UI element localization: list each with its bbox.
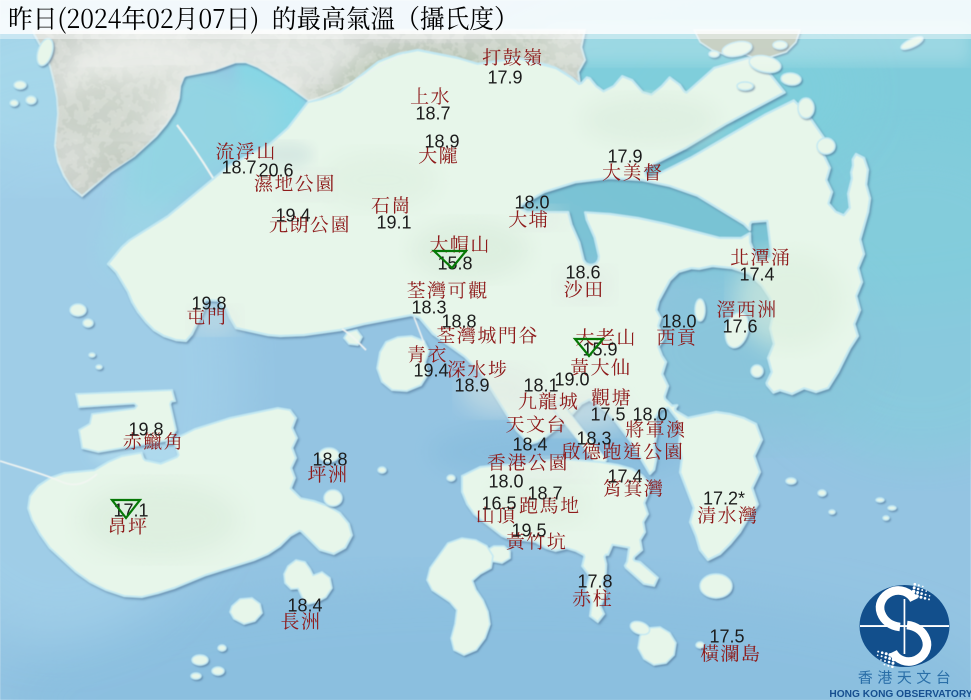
svg-text:18.8: 18.8 (441, 311, 476, 331)
svg-text:HONG KONG OBSERVATORY: HONG KONG OBSERVATORY (829, 689, 971, 700)
svg-text:18.4: 18.4 (287, 595, 322, 615)
svg-text:19.4: 19.4 (413, 360, 448, 380)
svg-text:18.6: 18.6 (565, 262, 600, 282)
svg-text:18.1: 18.1 (523, 375, 558, 395)
svg-text:19.5: 19.5 (511, 520, 546, 540)
svg-text:18.3: 18.3 (576, 428, 611, 448)
svg-text:18.9: 18.9 (424, 131, 459, 151)
svg-text:18.7: 18.7 (527, 483, 562, 503)
svg-text:17.9: 17.9 (487, 67, 522, 87)
svg-text:17.8: 17.8 (577, 571, 612, 591)
svg-text:19.4: 19.4 (275, 205, 310, 225)
svg-text:17.4: 17.4 (739, 264, 774, 284)
svg-text:19.1: 19.1 (376, 212, 411, 232)
svg-text:18.0: 18.0 (488, 471, 523, 491)
svg-text:18.0: 18.0 (632, 404, 667, 424)
svg-text:18.7: 18.7 (221, 157, 256, 177)
svg-text:19.0: 19.0 (554, 369, 589, 389)
svg-text:18.0: 18.0 (514, 192, 549, 212)
svg-text:18.8: 18.8 (312, 449, 347, 469)
svg-text:19.8: 19.8 (128, 419, 163, 439)
svg-text:18.0: 18.0 (661, 311, 696, 331)
svg-text:17.4: 17.4 (607, 466, 642, 486)
svg-text:18.4: 18.4 (512, 434, 547, 454)
svg-text:20.6: 20.6 (258, 160, 293, 180)
svg-text:17.6: 17.6 (722, 316, 757, 336)
svg-text:18.7: 18.7 (415, 103, 450, 123)
svg-text:17.9: 17.9 (607, 146, 642, 166)
svg-text:17.5: 17.5 (590, 404, 625, 424)
svg-text:18.9: 18.9 (454, 375, 489, 395)
svg-text:19.8: 19.8 (191, 293, 226, 313)
svg-text:17.2*: 17.2* (703, 488, 745, 508)
svg-text:17.5: 17.5 (709, 626, 744, 646)
svg-text:16.5: 16.5 (481, 493, 516, 513)
